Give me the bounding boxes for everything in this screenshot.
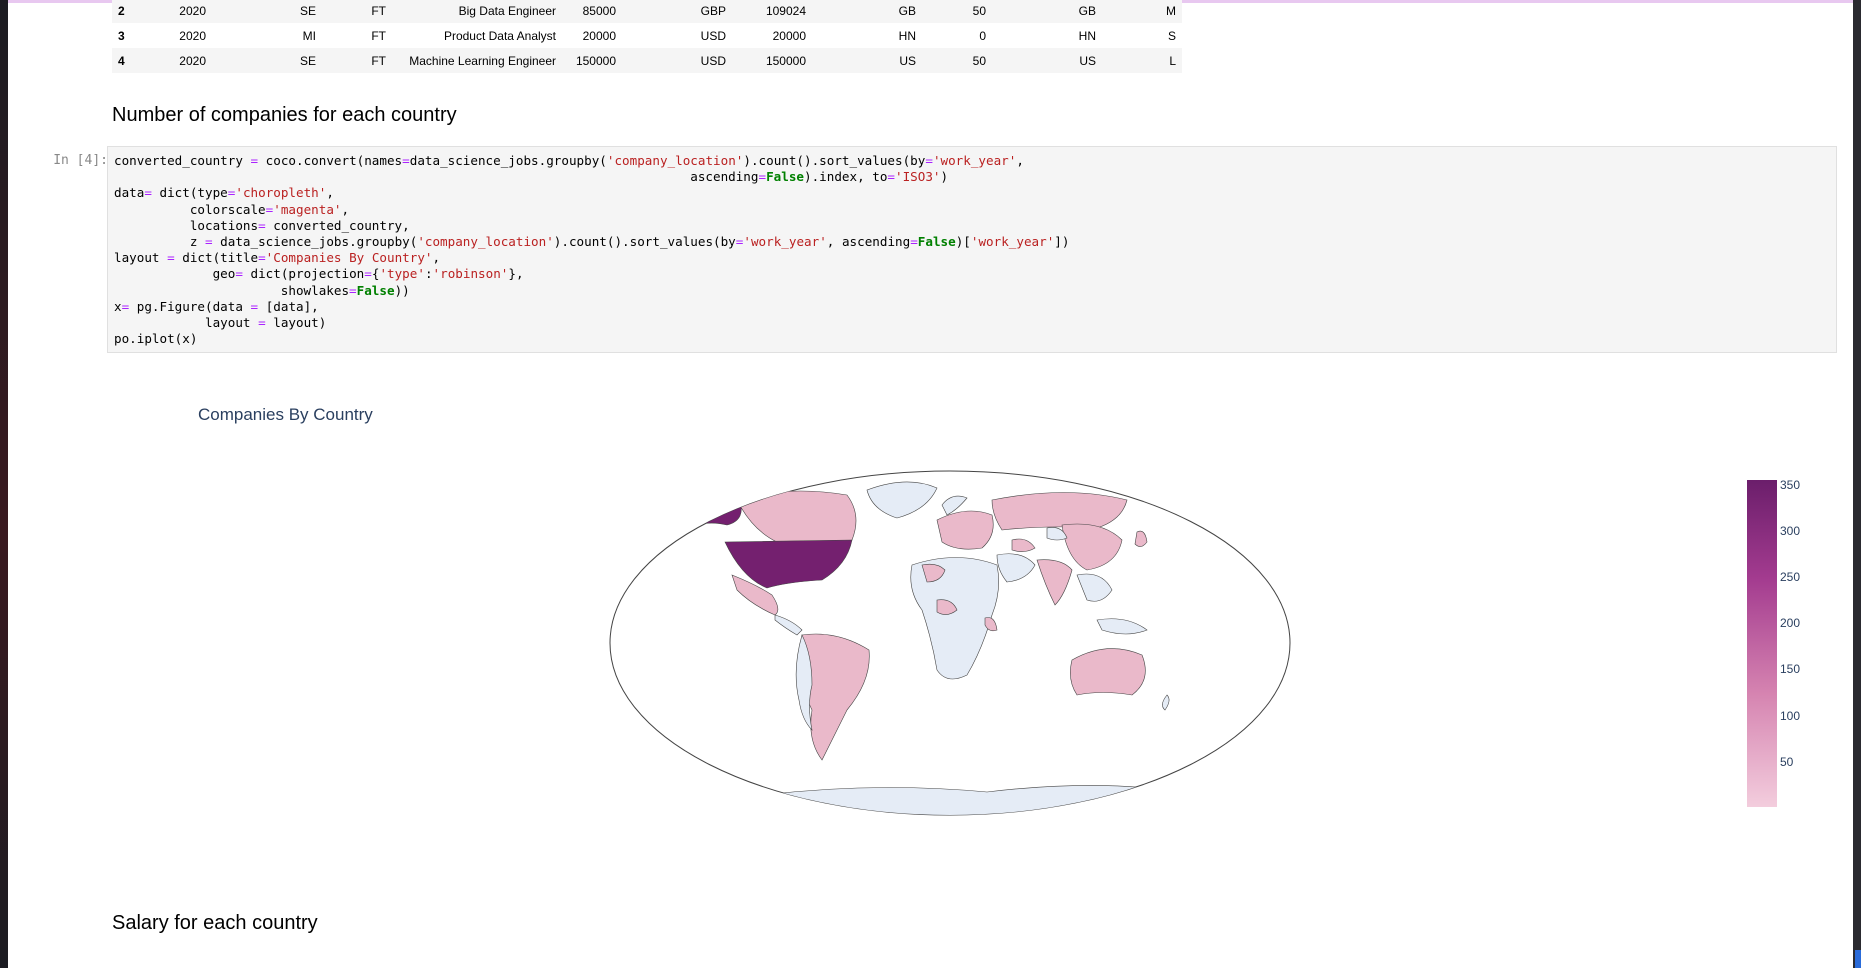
chart-title: Companies By Country [198, 405, 373, 424]
table-cell: M [1166, 3, 1176, 18]
code-editor[interactable]: converted_country = coco.convert(names=d… [114, 153, 1069, 347]
colorbar-tick-label: 300 [1780, 523, 1801, 538]
section-heading-companies: Number of companies for each country [112, 104, 457, 126]
code-line: ascending=False).index, to='ISO3') [114, 169, 949, 185]
table-cell: 20000 [772, 28, 806, 43]
input-prompt: In [4]: [53, 153, 108, 168]
colorbar [1747, 480, 1777, 807]
table-cell: 20000 [582, 28, 616, 43]
code-line: po.iplot(x) [114, 331, 198, 347]
colorbar-tick-label: 50 [1780, 754, 1794, 769]
table-cell: Machine Learning Engineer [409, 53, 556, 68]
code-line: layout = dict(title='Companies By Countr… [114, 250, 441, 266]
country-alaska-us[interactable] [686, 494, 742, 529]
table-cell: 2020 [179, 53, 206, 68]
table-cell: HN [898, 28, 916, 43]
code-line: colorscale='magenta', [114, 201, 350, 217]
table-cell: 150000 [575, 53, 616, 68]
table-cell: 50 [972, 3, 986, 18]
country-russia[interactable] [991, 492, 1128, 531]
table-row: 4 2020 SE FT Machine Learning Engineer 150000… [112, 48, 1182, 73]
table-cell: HN [1078, 28, 1096, 43]
notebook-page: 2 2020 SE FT Big Data Engineer 85000 GBP 109024… [8, 0, 1853, 968]
table-row: 3 2020 MI FT Product Data Analyst 20000 USD 200… [112, 23, 1182, 48]
code-line: showlakes=False)) [114, 282, 410, 298]
row-index: 3 [118, 28, 125, 43]
code-line: layout = layout) [114, 315, 327, 331]
table-cell: Product Data Analyst [443, 28, 556, 43]
code-line: geo= dict(projection={'type':'robinson'}… [114, 266, 524, 282]
choropleth-map[interactable] [607, 470, 1307, 830]
colorbar-tick-label: 100 [1780, 708, 1801, 723]
colorbar-tick-label: 200 [1780, 616, 1801, 631]
dataframe-table: 2 2020 SE FT Big Data Engineer 85000 GBP 109024… [112, 0, 1182, 73]
row-index: 4 [118, 53, 125, 68]
table-cell: 2020 [179, 3, 206, 18]
table-cell: US [899, 53, 916, 68]
table-cell: USD [700, 28, 726, 43]
table-cell: US [1079, 53, 1096, 68]
scroll-marker[interactable] [1855, 950, 1861, 968]
table-cell: 150000 [765, 53, 806, 68]
code-line: z = data_science_jobs.groupby('company_l… [114, 234, 1070, 250]
plot-output: Companies By Country 350 300 250 200 150… [107, 370, 1837, 890]
table-cell: SE [299, 3, 316, 18]
table-cell: SE [299, 53, 316, 68]
table-cell: FT [371, 3, 386, 18]
table-cell: GB [898, 3, 916, 18]
table-cell: Big Data Engineer [458, 3, 556, 18]
left-window-edge [0, 0, 8, 968]
right-window-edge [1853, 0, 1861, 968]
country-australia[interactable] [1070, 648, 1146, 696]
table-cell: FT [371, 28, 386, 43]
country-europe[interactable] [936, 510, 994, 550]
section-heading-salary: Salary for each country [112, 912, 318, 934]
colorbar-tick-label: 250 [1780, 569, 1801, 584]
table-row: 2 2020 SE FT Big Data Engineer 85000 GBP 109024… [112, 0, 1182, 23]
code-line: x= pg.Figure(data = [data], [114, 298, 319, 314]
code-line: data= dict(type='choropleth', [114, 185, 334, 201]
table-cell: USD [700, 53, 726, 68]
table-cell: MI [302, 28, 316, 43]
table-cell: 109024 [765, 3, 806, 18]
colorbar-tick-label: 150 [1780, 662, 1801, 677]
table-cell: 0 [979, 28, 986, 43]
table-cell: GB [1078, 3, 1096, 18]
table-cell: 2020 [179, 28, 206, 43]
table-cell: 50 [972, 53, 986, 68]
table-cell: FT [371, 53, 386, 68]
table-cell: L [1169, 53, 1176, 68]
code-line: converted_country = coco.convert(names=d… [114, 153, 1024, 168]
table-cell: S [1167, 28, 1176, 43]
code-cell[interactable]: converted_country = coco.convert(names=d… [107, 146, 1837, 353]
table-cell: 85000 [582, 3, 616, 18]
table-cell: GBP [700, 3, 726, 18]
row-index: 2 [118, 3, 125, 18]
colorbar-tick-label: 350 [1780, 477, 1801, 492]
code-line: locations= converted_country, [114, 217, 410, 233]
